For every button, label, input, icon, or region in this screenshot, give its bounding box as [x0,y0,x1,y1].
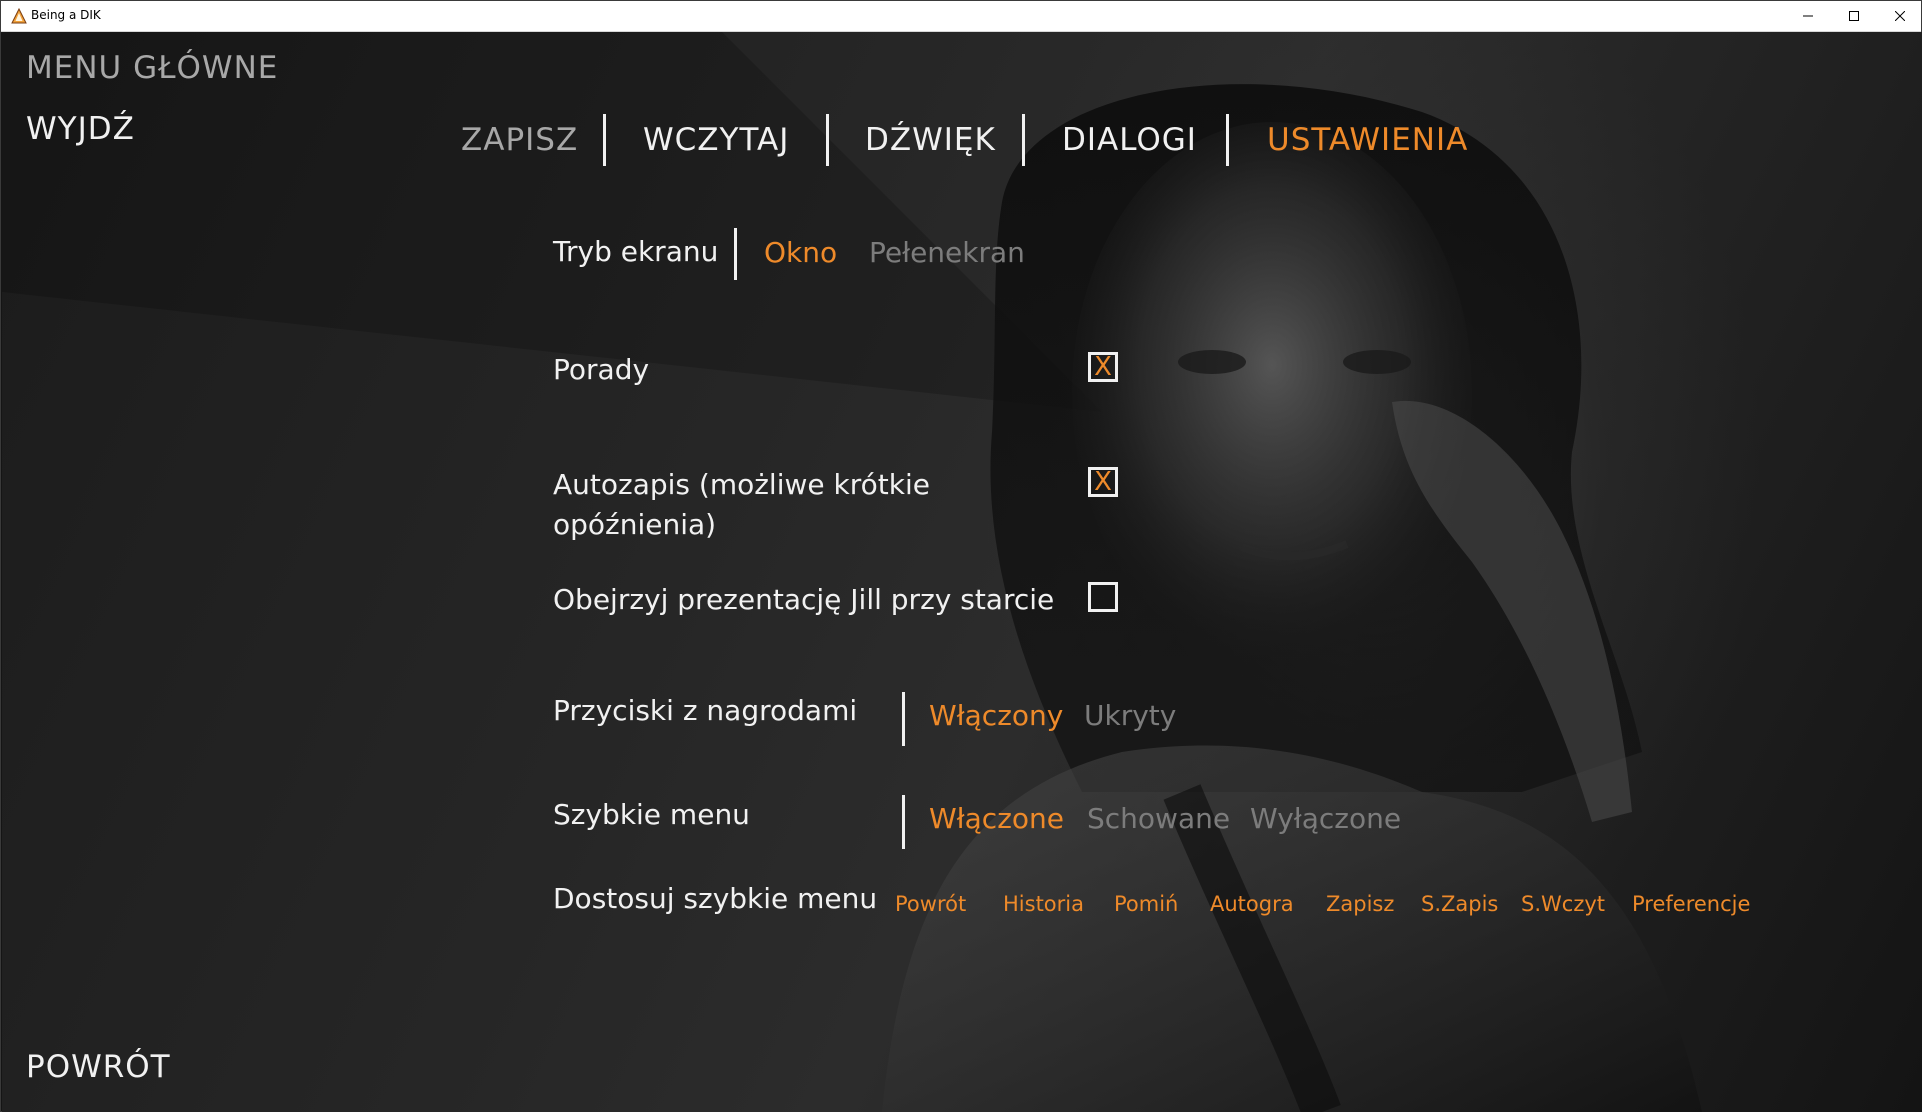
tab-load[interactable]: WCZYTAJ [643,122,789,158]
tips-checkbox[interactable]: X [1088,352,1118,382]
quick-menu-label: Szybkie menu [553,798,750,831]
reward-buttons-enabled-option[interactable]: Włączony [929,699,1063,732]
quick-menu-item-save[interactable]: Zapisz [1326,892,1394,916]
quick-menu-disabled-option[interactable]: Wyłączone [1250,802,1401,835]
autosave-label-line2: opóźnienia) [553,508,717,541]
return-button[interactable]: POWRÓT [26,1049,171,1085]
option-divider [902,692,905,746]
triangle-app-icon [11,8,27,24]
quick-menu-item-history[interactable]: Historia [1003,892,1084,916]
quick-menu-item-quick-save[interactable]: S.Zapis [1421,892,1498,916]
game-window: Being a DIK MENU GŁÓWNE WYJDŹ POWRÓT ZAP… [0,0,1922,1112]
tab-divider [1022,114,1025,166]
tab-save[interactable]: ZAPISZ [461,122,578,158]
quick-menu-item-back[interactable]: Powrót [895,892,966,916]
screen-mode-window-option[interactable]: Okno [764,236,837,269]
reward-buttons-hidden-option[interactable]: Ukryty [1084,699,1176,732]
tab-sound[interactable]: DŹWIĘK [865,122,996,158]
option-divider [902,795,905,849]
autosave-checkbox[interactable]: X [1088,467,1118,497]
jill-intro-checkbox[interactable] [1088,582,1118,612]
reward-buttons-label: Przyciski z nagrodami [553,694,858,727]
tab-divider [603,114,606,166]
quick-menu-item-auto[interactable]: Autogra [1210,892,1294,916]
tab-divider [1226,114,1229,166]
game-screen: MENU GŁÓWNE WYJDŹ POWRÓT ZAPISZ WCZYTAJ … [2,32,1922,1112]
screen-mode-label: Tryb ekranu [553,235,719,268]
window-title: Being a DIK [31,8,101,22]
close-button[interactable] [1877,1,1922,31]
option-divider [734,228,737,280]
screen-mode-fullscreen-option[interactable]: Pełenekran [869,236,1025,269]
quick-menu-hidden-option[interactable]: Schowane [1087,802,1230,835]
main-menu-button[interactable]: MENU GŁÓWNE [26,50,278,86]
tips-label: Porady [553,353,650,386]
quick-menu-enabled-option[interactable]: Włączone [929,802,1064,835]
tab-divider [826,114,829,166]
maximize-button[interactable] [1831,1,1877,31]
autosave-label-line1: Autozapis (możliwe krótkie [553,468,930,501]
title-bar: Being a DIK [1,1,1921,32]
tab-settings[interactable]: USTAWIENIA [1267,122,1468,158]
background-portrait [2,32,1702,1112]
customize-quick-menu-label: Dostosuj szybkie menu [553,882,878,915]
maximize-icon [1849,11,1859,21]
minimize-icon [1803,15,1813,17]
quit-button[interactable]: WYJDŹ [26,111,135,147]
jill-intro-label: Obejrzyj prezentację Jill przy starcie [553,583,1055,616]
close-icon [1895,11,1905,21]
quick-menu-item-skip[interactable]: Pomiń [1114,892,1178,916]
tab-dialogs[interactable]: DIALOGI [1062,122,1197,158]
quick-menu-item-quick-load[interactable]: S.Wczyt [1521,892,1605,916]
quick-menu-item-preferences[interactable]: Preferencje [1632,892,1750,916]
minimize-button[interactable] [1785,1,1831,31]
